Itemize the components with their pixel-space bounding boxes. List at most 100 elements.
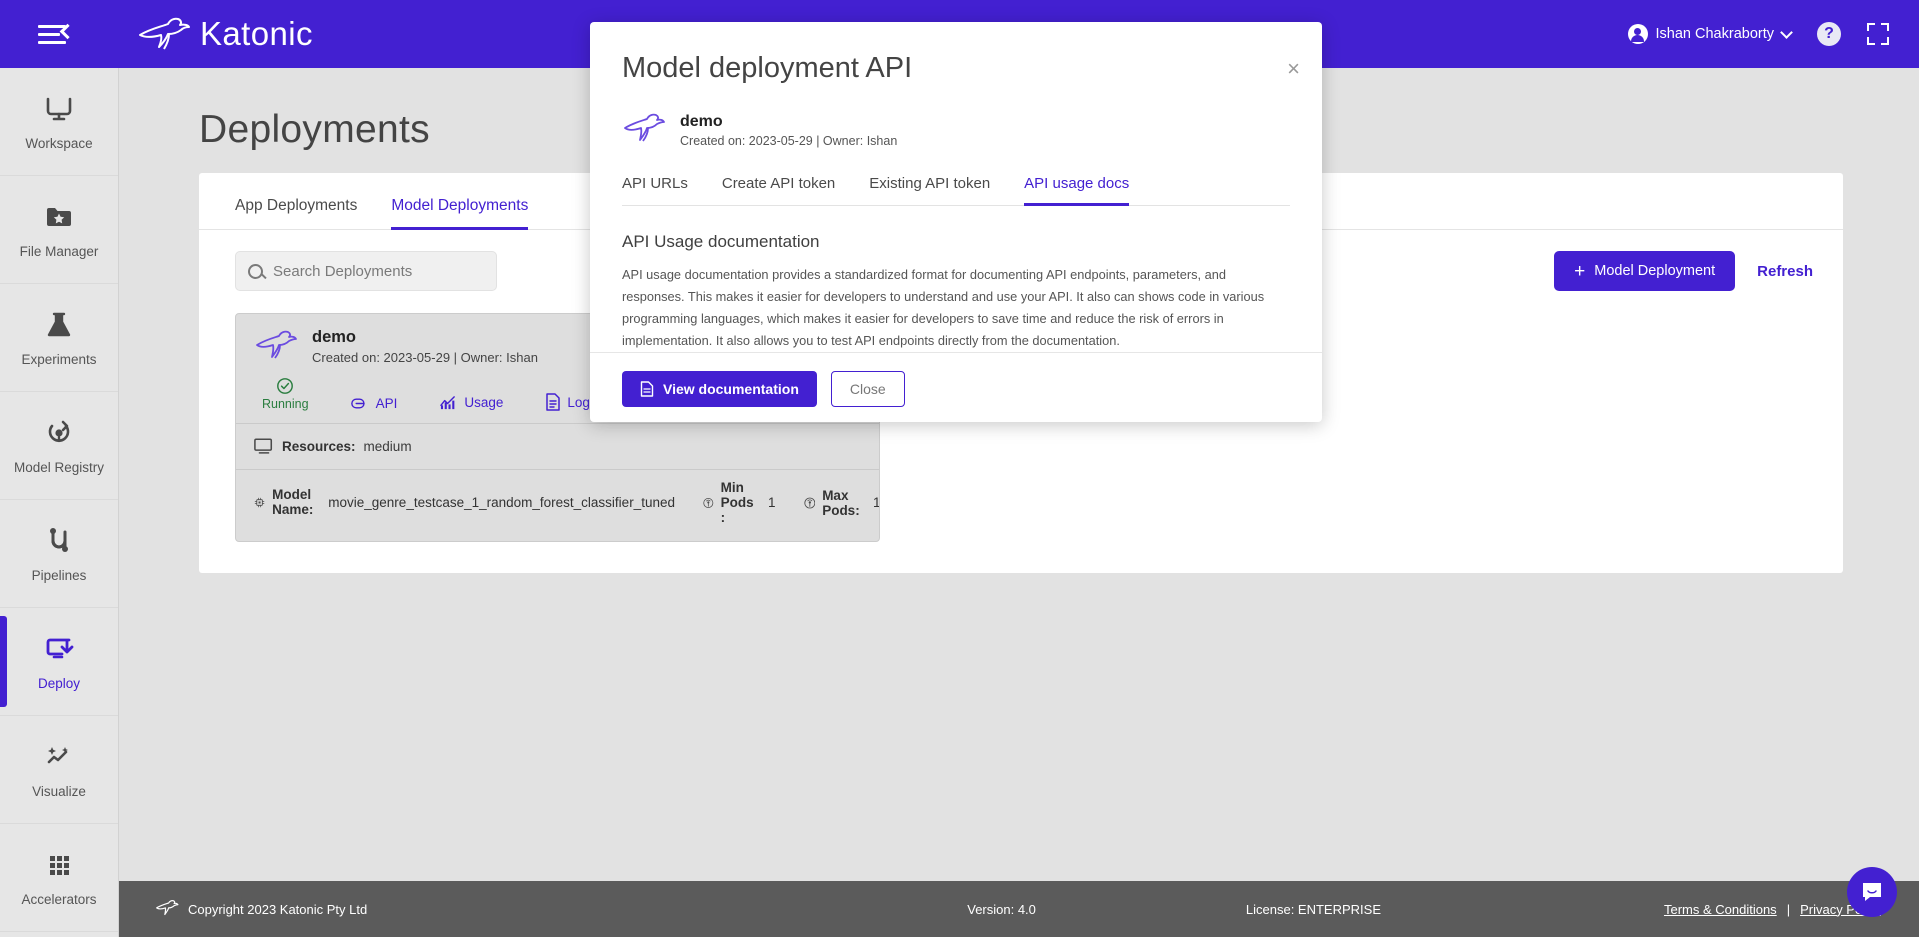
min-pods-value: 1 — [767, 495, 776, 510]
menu-toggle-icon[interactable] — [38, 19, 76, 49]
document-icon — [546, 393, 561, 411]
fullscreen-icon[interactable] — [1867, 23, 1889, 45]
sidebar-item-visualize[interactable]: Visualize — [0, 716, 118, 824]
model-name-value: movie_genre_testcase_1_random_forest_cla… — [328, 495, 675, 510]
visualize-icon — [42, 740, 76, 774]
modal-tabs: API URLs Create API token Existing API t… — [622, 175, 1290, 206]
pods-icon — [703, 497, 714, 508]
section-paragraph: API usage documentation provides a stand… — [622, 267, 1265, 348]
sidebar-item-model-registry[interactable]: Model Registry — [0, 392, 118, 500]
kangaroo-logo-icon — [624, 113, 665, 142]
header-actions: Ishan Chakraborty ? — [1627, 22, 1889, 46]
flask-icon — [42, 308, 76, 342]
user-menu[interactable]: Ishan Chakraborty — [1627, 24, 1793, 44]
modal-item-name: demo — [680, 112, 723, 130]
chart-icon — [440, 396, 456, 410]
sidebar-item-workspace[interactable]: Workspace — [0, 68, 118, 176]
modal-item-meta: Created on: 2023-05-29 | Owner: Ishan — [680, 133, 898, 148]
deploy-icon — [42, 632, 76, 666]
resources-label: Resources: — [282, 439, 356, 454]
model-deployment-api-modal: × Model deployment API demo Created on: … — [590, 22, 1322, 422]
sidebar-item-deploy[interactable]: Deploy — [0, 608, 118, 716]
document-icon — [640, 381, 654, 397]
sidebar-item-pipelines[interactable]: Pipelines — [0, 500, 118, 608]
status-badge: Running — [262, 377, 309, 411]
deployment-action-logs[interactable]: Logs — [545, 393, 597, 411]
tab-existing-api-token[interactable]: Existing API token — [869, 175, 990, 206]
pipelines-icon — [42, 524, 76, 558]
sidebar-item-accelerators[interactable]: Accelerators — [0, 824, 118, 932]
plus-icon: + — [1574, 260, 1586, 282]
sidebar-item-label: Accelerators — [21, 892, 97, 907]
tab-create-api-token[interactable]: Create API token — [722, 175, 835, 206]
footer-links: Terms & Conditions | Privacy Policy — [1664, 902, 1881, 917]
max-pods: Max Pods: 18 — [803, 487, 880, 518]
tab-app-deployments[interactable]: App Deployments — [235, 197, 357, 230]
model-registry-icon — [42, 416, 76, 450]
search-icon — [248, 263, 263, 279]
modal-subject: demo Created on: 2023-05-29 | Owner: Ish… — [590, 85, 1322, 149]
terms-link[interactable]: Terms & Conditions — [1664, 902, 1777, 917]
max-pods-label: Max Pods: — [822, 487, 860, 518]
min-pods: Min Pods : 1 — [703, 480, 776, 525]
sidebar-item-label: Model Registry — [13, 460, 105, 475]
pods-icon — [803, 497, 815, 508]
sidebar-item-experiments[interactable]: Experiments — [0, 284, 118, 392]
footer-copyright-text: Copyright 2023 Katonic Pty Ltd — [188, 901, 368, 917]
add-model-deployment-button[interactable]: + Model Deployment — [1554, 251, 1736, 291]
deployment-action-label: Usage — [464, 395, 504, 410]
sidebar-item-label: Experiments — [21, 352, 97, 367]
panel-actions: + Model Deployment Refresh — [1554, 251, 1813, 291]
sidebar-item-label: Visualize — [32, 784, 86, 799]
footer-separator: | — [1786, 901, 1791, 917]
status-label: Running — [262, 397, 309, 411]
tab-model-deployments[interactable]: Model Deployments — [391, 197, 529, 230]
max-pods-value: 18 — [873, 495, 880, 510]
view-documentation-button[interactable]: View documentation — [622, 371, 817, 407]
app-root: Katonic Ishan Chakraborty ? Workspace Fi… — [0, 0, 1919, 937]
view-documentation-label: View documentation — [663, 381, 799, 397]
footer-copyright: Copyright 2023 Katonic Pty Ltd — [155, 899, 367, 919]
chat-bubble-icon — [1863, 883, 1881, 901]
help-icon[interactable]: ? — [1817, 22, 1841, 46]
tab-api-usage-docs[interactable]: API usage docs — [1024, 175, 1130, 206]
tab-api-urls[interactable]: API URLs — [622, 175, 688, 206]
sidebar-item-label: Pipelines — [31, 568, 87, 583]
user-name: Ishan Chakraborty — [1655, 26, 1774, 42]
avatar-icon — [1627, 24, 1648, 44]
refresh-link[interactable]: Refresh — [1757, 263, 1813, 280]
chat-widget-button[interactable] — [1847, 867, 1897, 917]
brand: Katonic — [136, 15, 313, 53]
brand-name: Katonic — [200, 15, 313, 52]
sidebar: Workspace File Manager Experiments Model… — [0, 68, 119, 937]
min-pods-label: Min Pods : — [720, 480, 754, 525]
close-icon[interactable]: × — [1287, 58, 1300, 80]
modal-footer: View documentation Close — [590, 352, 1322, 425]
sidebar-item-label: Deploy — [37, 676, 81, 691]
search-input[interactable] — [273, 262, 484, 280]
deployment-action-usage[interactable]: Usage — [439, 394, 503, 411]
grid-icon — [42, 848, 76, 882]
deployment-action-api[interactable]: API — [350, 396, 398, 411]
modal-title: Model deployment API — [622, 52, 913, 84]
resources-row: Resources: medium — [236, 424, 879, 469]
monitor-icon — [254, 438, 273, 454]
deployment-action-label: API — [375, 396, 398, 411]
search-area — [235, 251, 497, 291]
sidebar-item-file-manager[interactable]: File Manager — [0, 176, 118, 284]
folder-star-icon — [42, 200, 76, 234]
add-model-deployment-label: Model Deployment — [1594, 263, 1716, 279]
footer-version: Version: 4.0 — [967, 901, 1036, 917]
deployment-name: demo — [312, 328, 357, 346]
footer-license: License: ENTERPRISE — [1245, 901, 1381, 917]
resources-value: medium — [363, 439, 412, 454]
chip-icon — [254, 497, 265, 508]
search-box[interactable] — [235, 251, 497, 291]
close-button[interactable]: Close — [830, 371, 905, 407]
kangaroo-logo-icon — [139, 17, 190, 50]
footer: Copyright 2023 Katonic Pty Ltd Version: … — [119, 881, 1919, 937]
model-name-label: Model Name: — [272, 487, 314, 517]
modal-body: API Usage documentation API usage docume… — [590, 206, 1322, 352]
sidebar-item-label: Workspace — [25, 136, 93, 151]
model-info-row: Model Name: movie_genre_testcase_1_rando… — [236, 470, 879, 541]
